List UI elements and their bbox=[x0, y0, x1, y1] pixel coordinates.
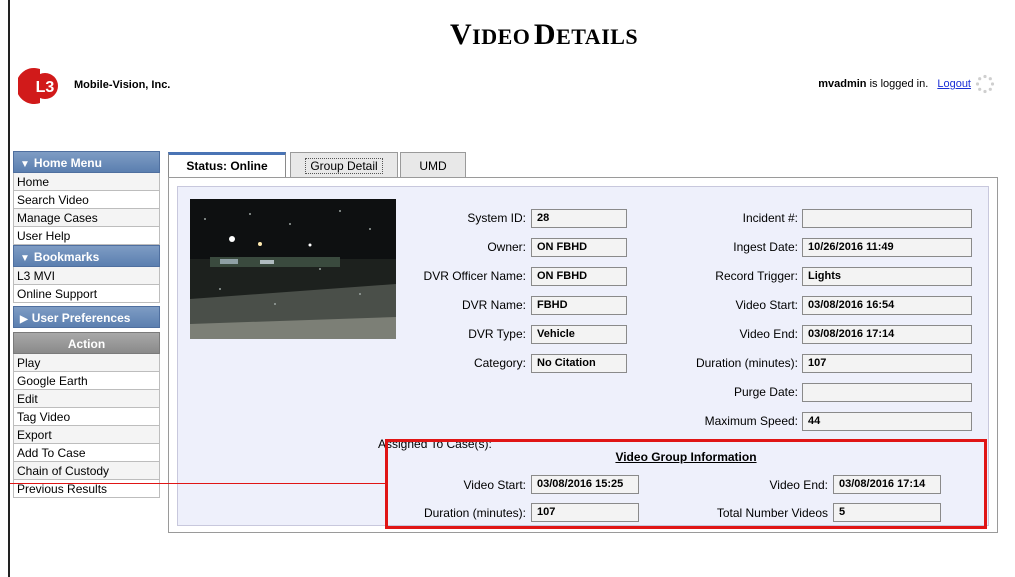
incident-field bbox=[802, 209, 972, 228]
ingest-date-field: 10/26/2016 11:49 bbox=[802, 238, 972, 257]
group-duration-label: Duration (minutes): bbox=[423, 506, 526, 520]
total-videos-label: Total Number Videos bbox=[716, 506, 828, 520]
owner-label: Owner: bbox=[487, 240, 526, 254]
dvr-name-field: FBHD bbox=[531, 296, 627, 315]
dvr-officer-field: ON FBHD bbox=[531, 267, 627, 286]
l3-logo-icon: L3 bbox=[18, 68, 58, 104]
bookmarks-header[interactable]: ▼ Bookmarks bbox=[13, 245, 160, 267]
max-speed-label: Maximum Speed: bbox=[704, 414, 798, 428]
duration-field: 107 bbox=[802, 354, 972, 373]
sidebar: ▼ Home Menu Home Search Video Manage Case… bbox=[13, 151, 160, 498]
sidebar-item-search-video[interactable]: Search Video bbox=[13, 191, 160, 209]
loading-spinner-icon bbox=[975, 74, 995, 94]
video-group-title: Video Group Information bbox=[615, 450, 757, 464]
group-video-end-field: 03/08/2016 17:14 bbox=[833, 475, 941, 494]
system-id-field: 28 bbox=[531, 209, 627, 228]
dvr-officer-label: DVR Officer Name: bbox=[423, 269, 526, 283]
category-label: Category: bbox=[473, 356, 526, 370]
category-field: No Citation bbox=[531, 354, 627, 373]
dvr-type-label: DVR Type: bbox=[468, 327, 526, 341]
tab-umd[interactable]: UMD bbox=[400, 152, 466, 178]
action-add-to-case[interactable]: Add To Case bbox=[13, 444, 160, 462]
group-video-end-label: Video End: bbox=[769, 478, 829, 492]
expand-triangle-icon: ▶ bbox=[20, 314, 28, 325]
callout-line bbox=[10, 483, 385, 484]
video-end-label: Video End: bbox=[739, 327, 799, 341]
video-group-info-box: Video Group Information Video Start: 03/… bbox=[385, 439, 987, 529]
record-trigger-label: Record Trigger: bbox=[715, 269, 798, 283]
group-video-start-field: 03/08/2016 15:25 bbox=[531, 475, 639, 494]
total-videos-field: 5 bbox=[833, 503, 941, 522]
action-tag-video[interactable]: Tag Video bbox=[13, 408, 160, 426]
system-id-label: System ID: bbox=[467, 211, 526, 225]
owner-field: ON FBHD bbox=[531, 238, 627, 257]
dvr-type-field: Vehicle bbox=[531, 325, 627, 344]
svg-text:L3: L3 bbox=[36, 79, 55, 96]
sidebar-item-home[interactable]: Home bbox=[13, 173, 160, 191]
duration-label: Duration (minutes): bbox=[695, 356, 798, 370]
action-edit[interactable]: Edit bbox=[13, 390, 160, 408]
sidebar-item-online-support[interactable]: Online Support bbox=[13, 285, 160, 303]
video-thumbnail[interactable] bbox=[190, 199, 396, 339]
action-header: Action bbox=[13, 332, 160, 354]
logged-in-text: is logged in. bbox=[866, 78, 929, 90]
sidebar-item-l3-mvi[interactable]: L3 MVI bbox=[13, 267, 160, 285]
logout-link[interactable]: Logout bbox=[937, 78, 971, 90]
login-status: mvadmin is logged in. Logout bbox=[818, 78, 971, 90]
tab-group-detail[interactable]: Group Detail bbox=[290, 152, 398, 178]
username: mvadmin bbox=[818, 78, 867, 90]
purge-date-field bbox=[802, 383, 972, 402]
action-google-earth[interactable]: Google Earth bbox=[13, 372, 160, 390]
purge-date-label: Purge Date: bbox=[733, 385, 798, 399]
dvr-name-label: DVR Name: bbox=[461, 298, 526, 312]
sidebar-item-user-help[interactable]: User Help bbox=[13, 227, 160, 245]
user-preferences-header[interactable]: ▶ User Preferences bbox=[13, 306, 160, 328]
video-start-label: Video Start: bbox=[735, 298, 798, 312]
tab-status-online[interactable]: Status: Online bbox=[168, 152, 286, 179]
home-menu-header[interactable]: ▼ Home Menu bbox=[13, 151, 160, 173]
group-duration-field: 107 bbox=[531, 503, 639, 522]
ingest-date-label: Ingest Date: bbox=[733, 240, 798, 254]
max-speed-field: 44 bbox=[802, 412, 972, 431]
action-export[interactable]: Export bbox=[13, 426, 160, 444]
video-start-field: 03/08/2016 16:54 bbox=[802, 296, 972, 315]
incident-label: Incident #: bbox=[742, 211, 798, 225]
video-end-field: 03/08/2016 17:14 bbox=[802, 325, 972, 344]
page-title: VIDEO DETAILS bbox=[450, 18, 639, 51]
record-trigger-field: Lights bbox=[802, 267, 972, 286]
company-name: Mobile-Vision, Inc. bbox=[74, 79, 171, 91]
sidebar-item-manage-cases[interactable]: Manage Cases bbox=[13, 209, 160, 227]
action-play[interactable]: Play bbox=[13, 354, 160, 372]
group-video-start-label: Video Start: bbox=[463, 478, 526, 492]
action-chain-of-custody[interactable]: Chain of Custody bbox=[13, 462, 160, 480]
